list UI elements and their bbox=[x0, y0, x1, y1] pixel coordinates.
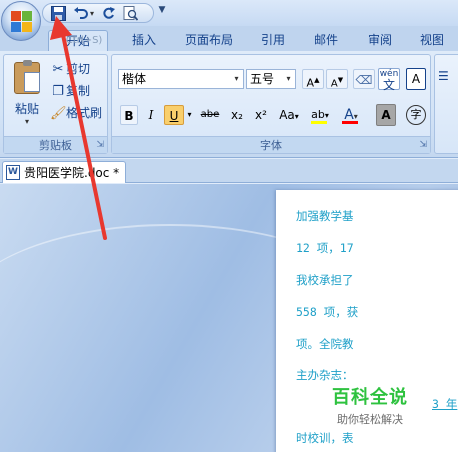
chevron-down-icon[interactable]: ▾ bbox=[283, 70, 294, 88]
copy-button[interactable]: ❐ 复制 bbox=[50, 81, 90, 101]
document-line[interactable]: 项。全院教 bbox=[296, 336, 354, 352]
font-name-value: 楷体 bbox=[122, 72, 147, 86]
change-case-button[interactable]: Aa▾ bbox=[275, 105, 303, 125]
character-border-button[interactable]: A bbox=[406, 68, 426, 90]
office-button[interactable] bbox=[1, 1, 41, 41]
save-shortcut-tooltip: (Ctrl+S) bbox=[62, 35, 103, 46]
strikethrough-button[interactable]: abe bbox=[198, 105, 222, 125]
eraser-icon: ⌫ bbox=[355, 73, 373, 87]
tab-page-layout[interactable]: 页面布局 bbox=[180, 30, 238, 50]
font-size-combobox[interactable]: 五号 ▾ bbox=[246, 69, 296, 89]
undo-dropdown-button[interactable]: ▾ bbox=[87, 5, 97, 21]
change-case-icon: Aa bbox=[279, 108, 295, 122]
chevron-down-icon[interactable]: ▾ bbox=[231, 70, 242, 88]
paste-dropdown-icon: ▾ bbox=[24, 117, 29, 126]
document-line[interactable]: 我校承担了 bbox=[296, 272, 354, 288]
shrink-font-button[interactable]: A▼ bbox=[326, 69, 348, 89]
customize-qat-button[interactable]: ▼ bbox=[157, 5, 167, 19]
underline-button[interactable]: U bbox=[164, 105, 184, 125]
shrink-font-icon: A bbox=[330, 78, 338, 90]
phonetic-guide-char: 文 bbox=[382, 78, 395, 92]
save-button[interactable] bbox=[49, 5, 67, 21]
tab-insert[interactable]: 插入 bbox=[126, 30, 162, 50]
cut-button[interactable]: ✂ 剪切 bbox=[50, 59, 90, 79]
document-line[interactable]: 558 项，获 bbox=[296, 304, 358, 320]
bullets-button[interactable]: ☰ bbox=[438, 69, 458, 89]
font-size-value: 五号 bbox=[250, 72, 275, 86]
document-tab-strip: W 贵阳医学院.doc * bbox=[0, 159, 458, 183]
clear-formatting-button[interactable]: ⌫ bbox=[353, 69, 375, 89]
watermark: 百科全说 助你轻松解决 bbox=[332, 383, 408, 427]
font-group-label: 字体 bbox=[112, 136, 430, 153]
cut-label: 剪切 bbox=[66, 62, 91, 76]
subscript-button[interactable]: x₂ bbox=[226, 105, 248, 125]
document-line[interactable]: 12 项，17 bbox=[296, 240, 354, 256]
highlighter-icon: ab bbox=[311, 108, 325, 121]
font-dialog-launcher-icon[interactable]: ⇲ bbox=[419, 140, 427, 150]
tab-review[interactable]: 审阅 bbox=[362, 30, 398, 50]
word-document-icon: W bbox=[6, 165, 20, 180]
format-painter-button[interactable]: 🖌格式刷 bbox=[50, 103, 102, 123]
clipboard-group: 粘贴 ▾ ✂ 剪切 ❐ 复制 🖌格式刷 剪贴板 ⇲ bbox=[3, 54, 108, 154]
paragraph-group: ☰ bbox=[434, 54, 458, 154]
font-name-combobox[interactable]: 楷体 ▾ bbox=[118, 69, 244, 89]
copy-label: 复制 bbox=[66, 84, 91, 98]
paste-label: 粘贴 bbox=[14, 102, 39, 116]
document-tab[interactable]: W 贵阳医学院.doc * bbox=[2, 161, 126, 183]
scissors-icon: ✂ bbox=[52, 62, 64, 77]
character-shading-button[interactable]: A bbox=[376, 104, 396, 126]
document-line[interactable]: 时校训，表 bbox=[296, 430, 354, 446]
print-preview-button[interactable] bbox=[121, 5, 139, 21]
save-icon bbox=[50, 5, 66, 21]
grow-font-icon: A bbox=[306, 76, 315, 90]
quick-access-toolbar: ▾ bbox=[42, 3, 154, 23]
document-line[interactable]: 3 年 bbox=[432, 396, 457, 412]
paste-button[interactable]: 粘贴 ▾ bbox=[7, 58, 47, 132]
copy-icon: ❐ bbox=[52, 84, 64, 99]
underline-dropdown-icon[interactable]: ▾ bbox=[185, 105, 194, 125]
font-color-icon: A bbox=[344, 107, 354, 123]
font-group: 楷体 ▾ 五号 ▾ A▲ A▼ ⌫ wén 文 A B I U ▾ abe x₂… bbox=[111, 54, 431, 154]
document-line[interactable]: 加强教学基 bbox=[296, 208, 354, 224]
font-color-button[interactable]: A▾ bbox=[338, 105, 364, 125]
office-logo-icon bbox=[11, 11, 33, 33]
highlight-button[interactable]: ab▾ bbox=[307, 105, 333, 125]
document-line[interactable]: 主办杂志： bbox=[296, 367, 354, 383]
watermark-subtitle: 助你轻松解决 bbox=[337, 413, 403, 426]
tab-mailings[interactable]: 邮件 bbox=[308, 30, 344, 50]
redo-button[interactable] bbox=[99, 5, 117, 21]
tab-references[interactable]: 引用 bbox=[256, 30, 290, 50]
clipboard-group-label: 剪贴板 bbox=[4, 136, 107, 153]
format-painter-label: 格式刷 bbox=[66, 106, 103, 120]
clipboard-dialog-launcher-icon[interactable]: ⇲ bbox=[96, 140, 104, 150]
phonetic-guide-button[interactable]: wén 文 bbox=[378, 68, 400, 92]
paste-icon bbox=[14, 60, 40, 94]
italic-button[interactable]: I bbox=[142, 105, 160, 125]
watermark-title: 百科全说 bbox=[332, 387, 408, 408]
superscript-button[interactable]: x² bbox=[250, 105, 272, 125]
print-preview-icon bbox=[123, 5, 138, 21]
paintbrush-icon: 🖌 bbox=[50, 106, 67, 121]
tab-view[interactable]: 视图 bbox=[414, 30, 450, 50]
ribbon: 粘贴 ▾ ✂ 剪切 ❐ 复制 🖌格式刷 剪贴板 ⇲ 楷体 ▾ 五号 ▾ A▲ A▼ … bbox=[0, 51, 458, 158]
bold-button[interactable]: B bbox=[120, 105, 138, 125]
enclose-characters-button[interactable]: 字 bbox=[406, 105, 426, 125]
grow-font-button[interactable]: A▲ bbox=[302, 69, 324, 90]
document-tab-name: 贵阳医学院.doc * bbox=[24, 166, 120, 180]
undo-icon bbox=[73, 7, 88, 19]
redo-icon bbox=[102, 7, 115, 19]
